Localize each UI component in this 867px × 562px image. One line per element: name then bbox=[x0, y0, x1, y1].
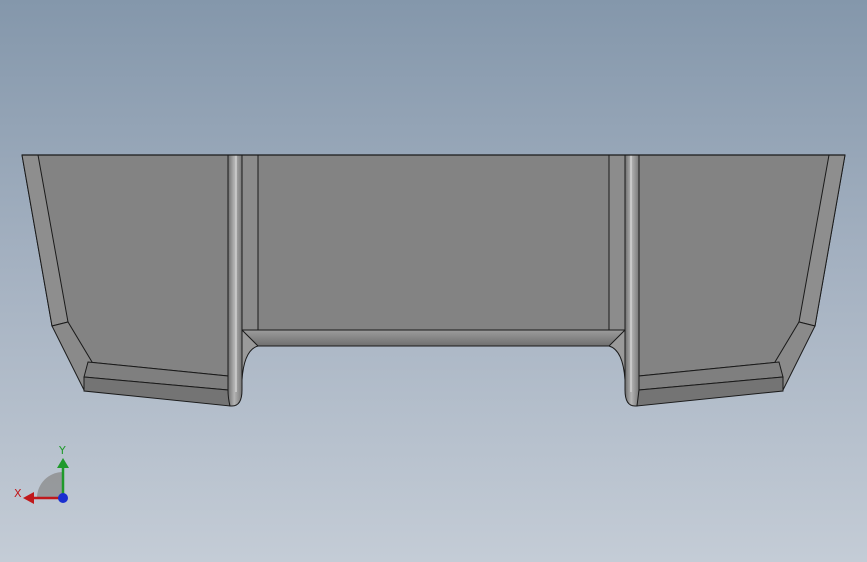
graphics-viewport[interactable]: Y X bbox=[0, 0, 867, 562]
orientation-triad[interactable]: Y X bbox=[10, 440, 80, 510]
x-axis-arrow bbox=[23, 492, 34, 504]
center-bottom-ledge bbox=[241, 329, 626, 347]
right-vertical-fillet bbox=[624, 154, 640, 407]
x-axis-label: X bbox=[14, 487, 22, 500]
part-model[interactable] bbox=[0, 0, 867, 562]
center-web-face bbox=[257, 154, 610, 331]
z-axis-dot bbox=[58, 493, 68, 503]
y-axis-arrow bbox=[57, 458, 69, 468]
center-left-post bbox=[241, 154, 259, 331]
y-axis-label: Y bbox=[58, 444, 66, 457]
center-right-post bbox=[608, 154, 626, 331]
left-vertical-fillet bbox=[227, 154, 243, 407]
triad-quadrant bbox=[37, 472, 63, 498]
